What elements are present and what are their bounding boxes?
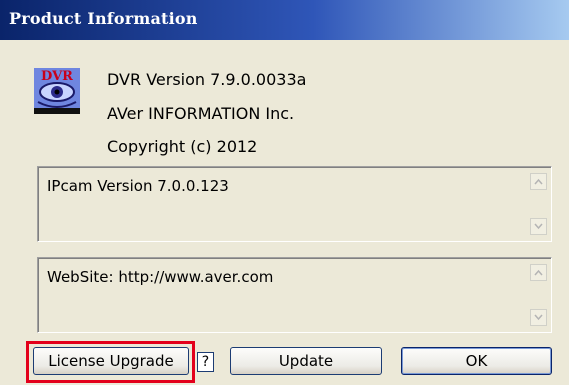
ipcam-version-text: IPcam Version 7.0.0.123 [47,177,229,195]
dvr-version-text: DVR Version 7.9.0.0033a [107,70,307,89]
logo-text: DVR [41,69,73,84]
update-button[interactable]: Update [230,347,382,375]
scroll-down-button[interactable] [530,309,547,326]
chevron-down-icon [534,314,543,321]
ok-button[interactable]: OK [401,347,552,375]
chevron-up-icon [534,269,543,276]
copyright-text: Copyright (c) 2012 [107,137,258,156]
website-box[interactable]: WebSite: http://www.aver.com [37,257,552,333]
eye-logo-icon: DVR [34,68,80,114]
title-bar: Product Information [0,0,569,40]
help-icon[interactable]: ? [197,352,214,372]
website-text: WebSite: http://www.aver.com [47,268,274,286]
scroll-up-button[interactable] [530,264,547,281]
company-name-text: AVer INFORMATION Inc. [107,104,295,123]
license-upgrade-button[interactable]: License Upgrade [33,347,189,375]
window-title: Product Information [9,9,198,28]
chevron-down-icon [534,223,543,230]
scroll-up-button[interactable] [530,173,547,190]
scroll-down-button[interactable] [530,218,547,235]
ipcam-version-box[interactable]: IPcam Version 7.0.0.123 [37,166,552,242]
chevron-up-icon [534,178,543,185]
